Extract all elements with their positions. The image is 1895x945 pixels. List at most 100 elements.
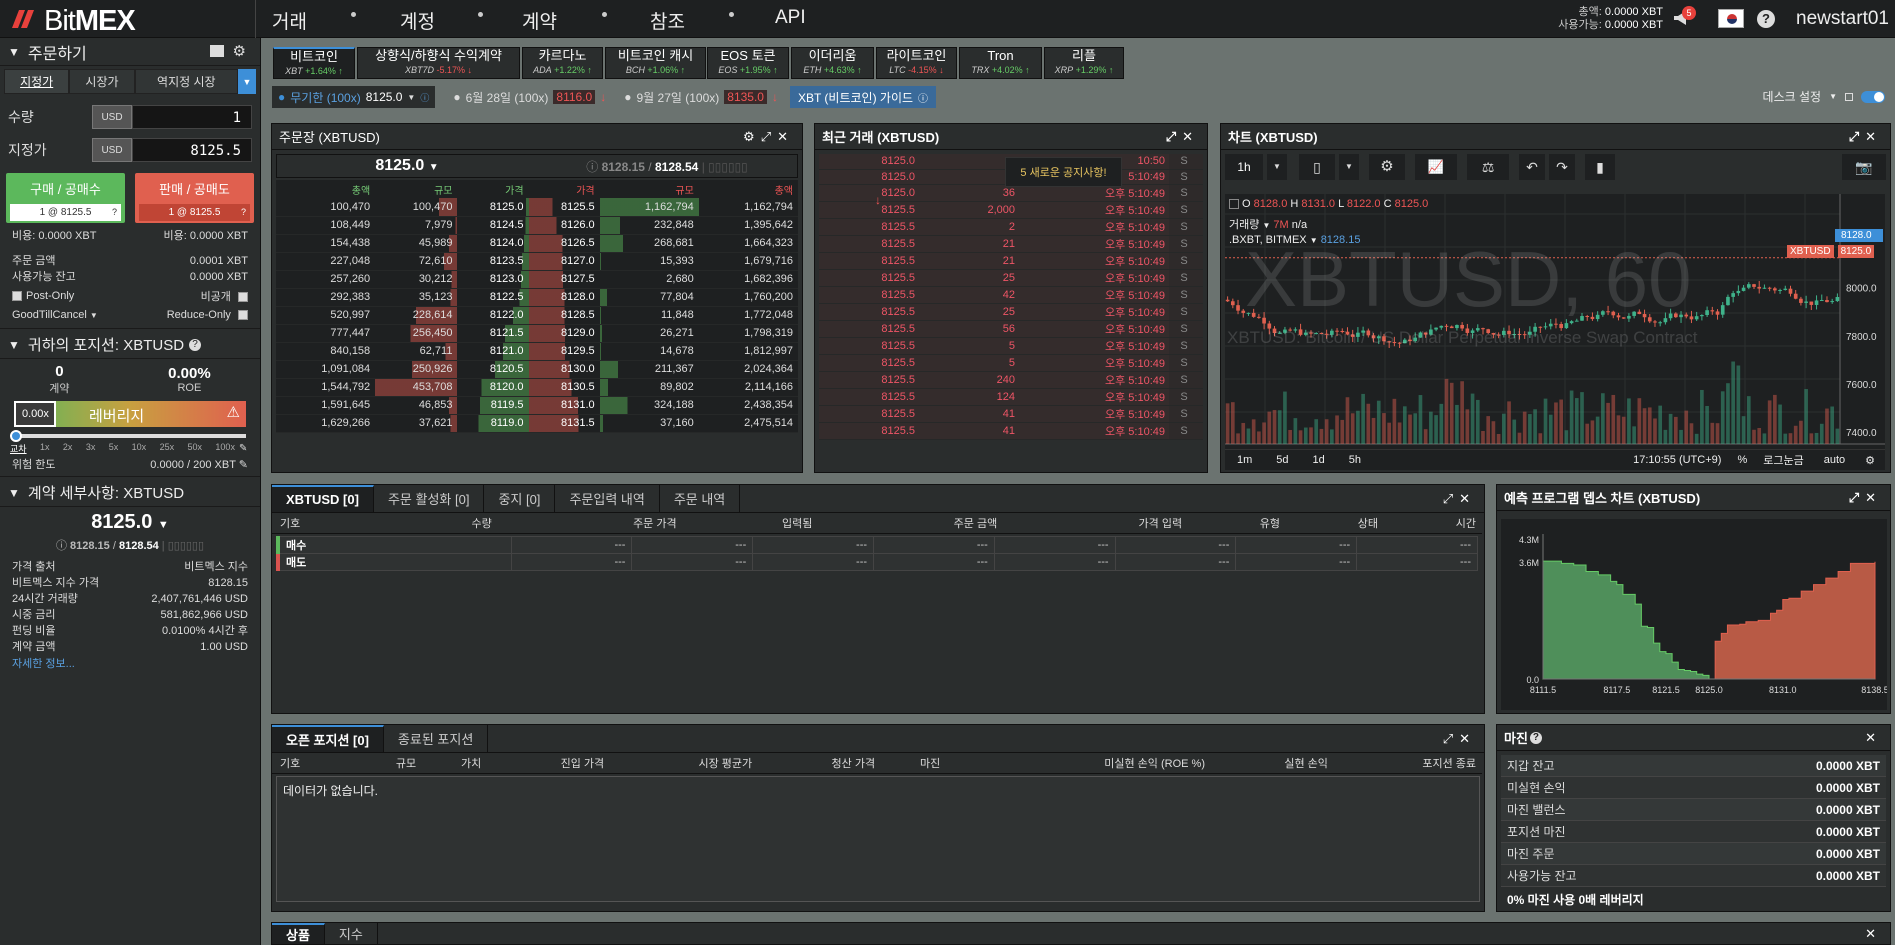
instrument-tab-xrp[interactable]: 리플 XRP +1.29% ↑ [1044, 47, 1124, 79]
edit-icon[interactable]: ✎ [239, 459, 248, 471]
panel-controls[interactable]: ✕ [1865, 926, 1882, 942]
leverage-slider[interactable] [10, 430, 246, 442]
price-input[interactable]: 8125.5 [132, 138, 252, 162]
redo-icon[interactable]: ↷ [1549, 153, 1575, 180]
gear-icon[interactable]: ⚙ [1369, 153, 1405, 180]
orders-column-header[interactable]: 수량 [399, 513, 498, 534]
expand-icon[interactable]: ⤢ [761, 129, 777, 144]
instrument-tab-trx[interactable]: Tron TRX +4.02% ↑ [959, 47, 1042, 79]
orders-tab[interactable]: 주문 내역 [660, 485, 741, 512]
instrument-tab-xbt7d[interactable]: 상향식/하향식 수익계약 XBT7D -5.17% ↓ [357, 47, 520, 79]
instrument-tab-eth[interactable]: 이더리움 ETH +4.63% ↑ [791, 47, 874, 79]
leverage-tick[interactable]: 교차 [10, 442, 27, 455]
orderbook-row[interactable]: 227,048 72,610 8123.5 8127.0 15,393 1,679,716 [276, 252, 798, 271]
positions-column-header[interactable]: 미실현 손익 (ROE %) [946, 753, 1211, 774]
hidden-checkbox[interactable]: 비공개 [201, 288, 248, 304]
range-1d[interactable]: 1d [1313, 454, 1325, 466]
leverage-tick[interactable]: 100x [215, 442, 235, 455]
quantity-input[interactable]: 1 [132, 105, 252, 129]
nav-api[interactable]: API [775, 7, 806, 29]
desk-settings[interactable]: 데스크 설정 ▼ [1763, 88, 1885, 105]
indicators-icon[interactable]: 📈 [1415, 153, 1457, 180]
orderbook-row[interactable]: 1,591,645 46,853 8119.5 8131.0 324,188 2,438,… [276, 396, 798, 415]
gear-icon[interactable]: ⚙ [233, 42, 246, 60]
orderbook-row[interactable]: 108,449 7,979 8124.5 8126.0 232,848 1,395,642 [276, 216, 798, 235]
orders-column-header[interactable]: 주문 금액 [818, 513, 1004, 534]
orderbook-row[interactable]: 154,438 45,989 8124.0 8126.5 268,681 1,664,32… [276, 234, 798, 253]
positions-column-header[interactable]: 규모 [356, 753, 423, 774]
positions-column-header[interactable]: 시장 평균가 [610, 753, 759, 774]
orderbook-row[interactable]: 520,997 228,614 8122.0 8128.5 11,848 1,772,04… [276, 306, 798, 325]
orders-column-header[interactable]: 기호 [272, 513, 400, 534]
chevron-down-icon[interactable]: ▼ [1339, 153, 1359, 180]
leverage-tick[interactable]: 10x [132, 442, 147, 455]
time-in-force-select[interactable]: GoodTillCancel ▼ [12, 309, 98, 321]
positions-column-header[interactable]: 기호 [272, 753, 357, 774]
nav-account[interactable]: 계정 [400, 7, 435, 34]
reduce-only-checkbox[interactable]: Reduce-Only [167, 309, 248, 321]
candles-icon[interactable]: ▯ [1299, 153, 1335, 180]
orderbook-row[interactable]: 777,447 256,450 8121.5 8129.0 26,271 1,798,31… [276, 324, 798, 343]
camera-icon[interactable]: 📷 [1842, 153, 1886, 180]
orders-tab[interactable]: 중지 [0] [484, 485, 556, 512]
calculator-icon[interactable] [210, 45, 224, 57]
close-icon[interactable]: ✕ [1459, 491, 1476, 506]
positions-column-header[interactable]: 실현 손익 [1210, 753, 1334, 774]
notice-popup[interactable]: 5 새로운 공지사항! [1005, 157, 1122, 187]
orderbook-row[interactable]: 1,629,266 37,621 8119.0 8131.5 37,160 2,475,5… [276, 414, 798, 433]
close-icon[interactable]: ✕ [1865, 926, 1882, 941]
order-type-dropdown[interactable]: ▼ [237, 69, 256, 94]
korea-flag-icon[interactable] [1718, 9, 1744, 28]
positions-tab[interactable]: 종료된 포지션 [384, 725, 489, 752]
slider-handle[interactable] [10, 430, 22, 442]
june-contract-button[interactable]: ● 6월 28일 (100x) 8116.0 ↓ [447, 86, 612, 108]
percent-toggle[interactable]: % [1737, 454, 1747, 466]
collapse-icon[interactable] [1229, 199, 1239, 210]
gear-icon[interactable]: ⚙ [1865, 454, 1875, 467]
close-icon[interactable]: ✕ [1459, 731, 1476, 746]
post-only-checkbox[interactable]: Post-Only [12, 290, 74, 302]
orders-tab[interactable]: 주문 활성화 [0] [374, 485, 485, 512]
layout-icon[interactable] [1845, 92, 1853, 101]
orders-column-header[interactable]: 입력됨 [682, 513, 819, 534]
positions-tab[interactable]: 오픈 포지션 [0] [272, 725, 384, 752]
help-icon[interactable]: ? [1757, 10, 1775, 28]
orderbook-row[interactable]: 1,091,084 250,926 8120.5 8130.0 211,367 2,024… [276, 360, 798, 379]
orderbook-row[interactable]: 292,383 35,123 8122.5 8128.0 77,804 1,760,200 [276, 288, 798, 307]
chart-canvas[interactable]: 8000.07800.07600.07400.01011121315:00 O … [1225, 194, 1885, 470]
instrument-tab-xbt[interactable]: 비트코인 XBT +1.64% ↑ [273, 47, 355, 79]
close-icon[interactable]: ✕ [1182, 129, 1199, 144]
close-icon[interactable]: ✕ [1865, 730, 1882, 745]
depth-canvas[interactable]: 4.3M 3.6M 0.0 8111.5 8117.5 8121.5 8125.0 8131.… [1501, 519, 1889, 710]
orderbook-row[interactable]: 257,260 30,212 8123.0 8127.5 2,680 1,682,396 [276, 270, 798, 289]
panel-controls[interactable]: ⤢✕ [1849, 129, 1882, 145]
range-5d[interactable]: 5d [1276, 454, 1288, 466]
range-1m[interactable]: 1m [1237, 454, 1252, 466]
panel-controls[interactable]: ⤢✕ [1443, 491, 1476, 507]
orders-column-header[interactable]: 주문 가격 [497, 513, 683, 534]
position-panel-header[interactable]: ▼ 귀하의 포지션: XBTUSD? [0, 331, 260, 359]
panel-controls[interactable]: ⤢✕ [1166, 129, 1199, 145]
leverage-tick[interactable]: 25x [160, 442, 175, 455]
nav-trade[interactable]: 거래 [272, 7, 307, 34]
perpetual-contract-button[interactable]: ● 무기한 (100x) 8125.0 ▼ ⓘ [272, 86, 436, 108]
gear-icon[interactable]: ⚙ [743, 129, 761, 144]
orders-column-header[interactable]: 가격 입력 [1003, 513, 1189, 534]
auto-scale-toggle[interactable]: auto [1824, 454, 1845, 466]
panel-controls[interactable]: ✕ [1865, 730, 1882, 746]
nav-contracts[interactable]: 계약 [522, 7, 557, 34]
orderbook-row[interactable]: 840,158 62,711 8121.0 8129.5 14,678 1,812,997 [276, 342, 798, 361]
orders-column-header[interactable]: 유형 [1188, 513, 1287, 534]
close-icon[interactable]: ✕ [1865, 490, 1882, 505]
instrument-tab-ada[interactable]: 카르다노 ADA +1.22% ↑ [522, 47, 603, 79]
bottom-tab[interactable]: 지수 [325, 923, 378, 944]
leverage-tick[interactable]: 3x [86, 442, 96, 455]
tab-limit[interactable]: 지정가 [4, 69, 70, 94]
xbt-guide-button[interactable]: XBT (비트코인) 가이드 ⓘ [789, 86, 937, 108]
leverage-tick[interactable]: 1x [40, 442, 50, 455]
theme-toggle[interactable] [1861, 90, 1885, 103]
orders-tab[interactable]: XBTUSD [0] [272, 485, 374, 512]
tab-market[interactable]: 시장가 [69, 69, 135, 94]
positions-column-header[interactable]: 마진 [881, 753, 947, 774]
buy-button[interactable]: 구매 / 공매수 1 @ 8125.5? [6, 173, 125, 223]
